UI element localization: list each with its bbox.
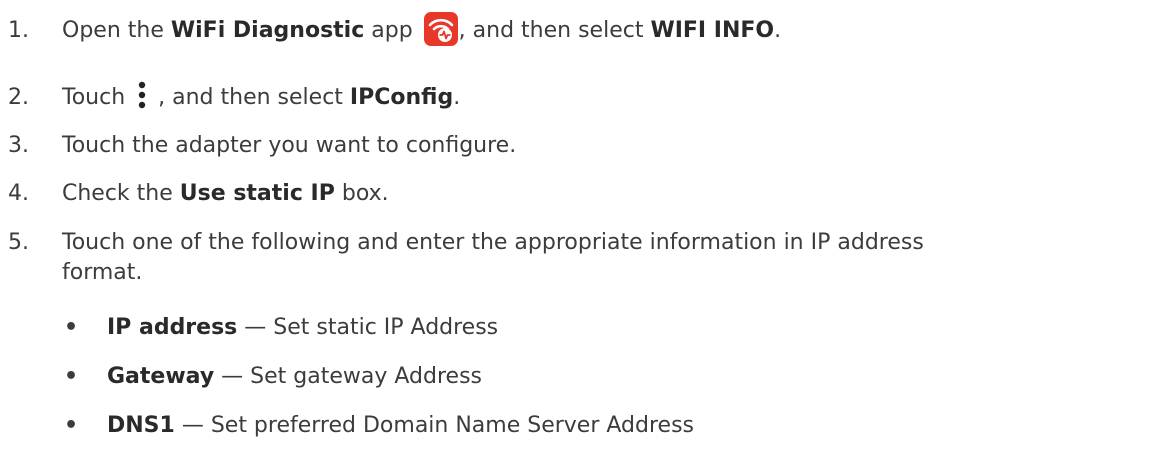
step-number: 2. — [8, 85, 29, 110]
step-text: , and then select — [458, 18, 651, 43]
menu-option-name: WIFI INFO — [650, 18, 775, 43]
step-text: box. — [334, 181, 389, 206]
field-name: DNS1 — [107, 413, 175, 438]
step-5-continuation: format. — [62, 260, 143, 285]
step-text: Touch one of the following and enter the… — [62, 230, 924, 255]
step-number: 3. — [8, 133, 29, 158]
bullet-mark: • — [64, 315, 79, 340]
step-text: Touch the adapter you want to configure. — [62, 133, 517, 158]
field-description: — Set static IP Address — [237, 315, 499, 340]
list-item: • IP address — Set static IP Address — [64, 313, 1124, 343]
step-number: 4. — [8, 181, 29, 206]
instructions-document: 1. Open the WiFi Diagnostic app , and the… — [0, 0, 1150, 464]
step-4: 4. Check the Use static IP box. — [8, 179, 1138, 209]
field-name: IP address — [107, 315, 238, 340]
more-options-icon — [132, 80, 158, 110]
bullet-mark: • — [64, 413, 79, 438]
step-text: app — [364, 18, 420, 43]
field-description: — Set preferred Domain Name Server Addre… — [174, 413, 694, 438]
field-name: Gateway — [107, 364, 215, 389]
step-text: Check the — [62, 181, 180, 206]
wifi-diagnostic-app-icon — [423, 12, 458, 46]
menu-option-name: IPConfig — [349, 85, 454, 110]
step-5: 5. Touch one of the following and enter t… — [8, 228, 1138, 258]
list-item: • DNS1 — Set preferred Domain Name Server… — [64, 411, 1124, 441]
app-name: WiFi Diagnostic — [170, 18, 365, 43]
list-item: • Gateway — Set gateway Address — [64, 362, 1124, 392]
step-text: Open the — [62, 18, 171, 43]
step-text: Touch — [62, 85, 133, 110]
step-number: 5. — [8, 230, 29, 255]
step-text: . — [774, 18, 782, 43]
step-text: , and then select — [158, 85, 350, 110]
bullet-mark: • — [64, 364, 79, 389]
checkbox-option-name: Use static IP — [179, 181, 335, 206]
step-1: 1. Open the WiFi Diagnostic app , and the… — [8, 12, 1138, 46]
step-text: . — [453, 85, 461, 110]
step-3: 3. Touch the adapter you want to configur… — [8, 131, 1138, 161]
step-2: 2. Touch , and then select IPConfig. — [8, 80, 1138, 113]
step-number: 1. — [8, 18, 29, 43]
field-description: — Set gateway Address — [214, 364, 483, 389]
